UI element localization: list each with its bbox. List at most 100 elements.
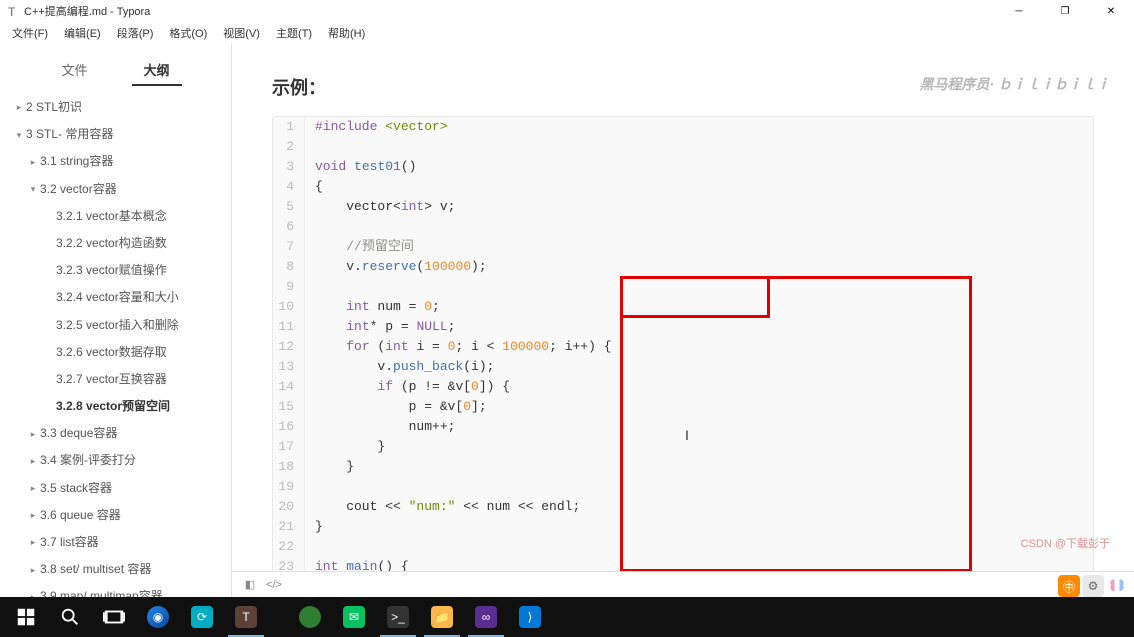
- outline-item[interactable]: ▸3.2.3 vector赋值操作: [4, 257, 227, 284]
- sidebar-toggle-icon[interactable]: ◧: [242, 577, 258, 593]
- code-line[interactable]: 1#include <vector>: [273, 117, 1093, 137]
- outline-item[interactable]: ▾3.2 vector容器: [4, 176, 227, 203]
- vs-icon[interactable]: ∞: [464, 597, 508, 637]
- menu-item-6[interactable]: 帮助(H): [320, 23, 373, 43]
- code-line[interactable]: 19: [273, 477, 1093, 497]
- code-line[interactable]: 4{: [273, 177, 1093, 197]
- chevron-icon[interactable]: ▸: [26, 563, 40, 577]
- code-line[interactable]: 21}: [273, 517, 1093, 537]
- app-icon-green[interactable]: [288, 597, 332, 637]
- code-text[interactable]: v.push_back(i);: [315, 357, 494, 377]
- terminal-icon[interactable]: >_: [376, 597, 420, 637]
- code-line[interactable]: 6: [273, 217, 1093, 237]
- browser-icon[interactable]: ◉: [136, 597, 180, 637]
- code-line[interactable]: 13 v.push_back(i);: [273, 357, 1093, 377]
- code-line[interactable]: 9: [273, 277, 1093, 297]
- code-text[interactable]: v.reserve(100000);: [315, 257, 487, 277]
- minimize-button[interactable]: ─: [996, 0, 1042, 22]
- code-line[interactable]: 11 int* p = NULL;: [273, 317, 1093, 337]
- brain-icon[interactable]: [1106, 575, 1128, 597]
- code-text[interactable]: num++;: [315, 417, 455, 437]
- code-text[interactable]: p = &v[0];: [315, 397, 487, 417]
- code-text[interactable]: int* p = NULL;: [315, 317, 455, 337]
- chevron-icon[interactable]: ▸: [26, 481, 40, 495]
- code-line[interactable]: 18 }: [273, 457, 1093, 477]
- outline-item[interactable]: ▸3.9 map/ multimap容器: [4, 583, 227, 597]
- start-button[interactable]: [4, 597, 48, 637]
- code-text[interactable]: //预留空间: [315, 237, 414, 257]
- menu-item-4[interactable]: 视图(V): [215, 23, 268, 43]
- outline-item[interactable]: ▸3.2.6 vector数据存取: [4, 339, 227, 366]
- menu-item-0[interactable]: 文件(F): [4, 23, 56, 43]
- chevron-icon[interactable]: ▾: [26, 182, 40, 196]
- code-text[interactable]: for (int i = 0; i < 100000; i++) {: [315, 337, 612, 357]
- code-line[interactable]: 14 if (p != &v[0]) {: [273, 377, 1093, 397]
- code-text[interactable]: {: [315, 177, 323, 197]
- chevron-icon[interactable]: ▾: [12, 128, 26, 142]
- code-line[interactable]: 7 //预留空间: [273, 237, 1093, 257]
- menu-item-2[interactable]: 段落(P): [109, 23, 162, 43]
- chevron-icon[interactable]: ▸: [12, 100, 26, 114]
- code-line[interactable]: 5 vector<int> v;: [273, 197, 1093, 217]
- chevron-icon[interactable]: ▸: [26, 454, 40, 468]
- explorer-icon[interactable]: 📁: [420, 597, 464, 637]
- outline-item[interactable]: ▸3.8 set/ multiset 容器: [4, 556, 227, 583]
- code-text[interactable]: }: [315, 437, 385, 457]
- outline-item[interactable]: ▸3.1 string容器: [4, 148, 227, 175]
- code-text[interactable]: }: [315, 517, 323, 537]
- outline-item[interactable]: ▸3.4 案例-评委打分: [4, 447, 227, 474]
- outline-item[interactable]: ▸3.3 deque容器: [4, 420, 227, 447]
- code-line[interactable]: 20 cout << "num:" << num << endl;: [273, 497, 1093, 517]
- close-button[interactable]: ✕: [1088, 0, 1134, 22]
- code-line[interactable]: 8 v.reserve(100000);: [273, 257, 1093, 277]
- editor[interactable]: 示例： 1#include <vector>23void test01()4{5…: [232, 44, 1134, 597]
- code-line[interactable]: 3void test01(): [273, 157, 1093, 177]
- source-mode-icon[interactable]: </>: [266, 577, 282, 593]
- code-line[interactable]: 12 for (int i = 0; i < 100000; i++) {: [273, 337, 1093, 357]
- typora-icon[interactable]: T: [224, 597, 268, 637]
- outline-tree[interactable]: ▸2 STL初识▾3 STL- 常用容器▸3.1 string容器▾3.2 ve…: [0, 86, 231, 597]
- chevron-icon[interactable]: ▸: [26, 155, 40, 169]
- taskbar[interactable]: ◉ ⟳ T ✉ >_ 📁 ∞ ⟩: [0, 597, 1134, 637]
- code-line[interactable]: 2: [273, 137, 1093, 157]
- chevron-icon[interactable]: ▸: [26, 508, 40, 522]
- chevron-icon[interactable]: ▸: [26, 590, 40, 597]
- outline-item[interactable]: ▸3.2.8 vector预留空间: [4, 393, 227, 420]
- maximize-button[interactable]: ❐: [1042, 0, 1088, 22]
- code-text[interactable]: #include <vector>: [315, 117, 448, 137]
- app-icon-teal[interactable]: ⟳: [180, 597, 224, 637]
- outline-item[interactable]: ▸3.2.4 vector容量和大小: [4, 284, 227, 311]
- outline-item[interactable]: ▸2 STL初识: [4, 94, 227, 121]
- outline-item[interactable]: ▸3.6 queue 容器: [4, 502, 227, 529]
- code-text[interactable]: void test01(): [315, 157, 416, 177]
- chevron-icon[interactable]: ▸: [26, 535, 40, 549]
- outline-item[interactable]: ▸3.5 stack容器: [4, 475, 227, 502]
- code-line[interactable]: 15 p = &v[0];: [273, 397, 1093, 417]
- code-line[interactable]: 17 }: [273, 437, 1093, 457]
- menu-item-1[interactable]: 编辑(E): [56, 23, 109, 43]
- code-text[interactable]: }: [315, 457, 354, 477]
- code-line[interactable]: 22: [273, 537, 1093, 557]
- sidebar-tab-outline[interactable]: 大纲: [132, 54, 182, 85]
- sidebar-tab-files[interactable]: 文件: [49, 54, 99, 85]
- menu-item-5[interactable]: 主题(T): [268, 23, 320, 43]
- code-line[interactable]: 16 num++;: [273, 417, 1093, 437]
- outline-item[interactable]: ▸3.2.1 vector基本概念: [4, 203, 227, 230]
- assist-icon[interactable]: ⚙: [1082, 575, 1104, 597]
- code-block[interactable]: 1#include <vector>23void test01()4{5 vec…: [272, 116, 1094, 578]
- ime-icon[interactable]: ㊥: [1058, 575, 1080, 597]
- code-text[interactable]: cout << "num:" << num << endl;: [315, 497, 580, 517]
- wechat-icon[interactable]: ✉: [332, 597, 376, 637]
- chevron-icon[interactable]: ▸: [26, 427, 40, 441]
- outline-item[interactable]: ▸3.7 list容器: [4, 529, 227, 556]
- search-button[interactable]: [48, 597, 92, 637]
- code-text[interactable]: vector<int> v;: [315, 197, 455, 217]
- taskview-button[interactable]: [92, 597, 136, 637]
- code-text[interactable]: int num = 0;: [315, 297, 440, 317]
- menu-item-3[interactable]: 格式(O): [161, 23, 215, 43]
- outline-item[interactable]: ▸3.2.5 vector插入和删除: [4, 312, 227, 339]
- outline-item[interactable]: ▸3.2.2 vector构造函数: [4, 230, 227, 257]
- outline-item[interactable]: ▾3 STL- 常用容器: [4, 121, 227, 148]
- vscode-icon[interactable]: ⟩: [508, 597, 552, 637]
- code-line[interactable]: 10 int num = 0;: [273, 297, 1093, 317]
